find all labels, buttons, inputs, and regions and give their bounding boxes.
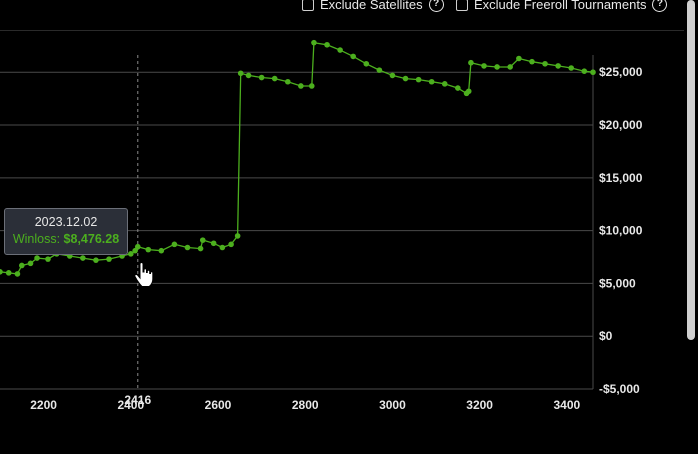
tooltip-value: $8,476.28 [63,232,120,246]
data-point [34,255,40,261]
exclude-satellites-label: Exclude Satellites [320,0,423,12]
data-point [27,260,34,267]
data-point [402,75,409,82]
y-tick-label: $25,000 [599,65,643,79]
data-point [158,247,165,254]
tooltip-value-row: Winloss: $8,476.28 [5,232,127,246]
data-point [494,64,500,70]
data-point [389,72,396,79]
x-tick-label: 3200 [466,398,493,412]
data-point [14,271,21,277]
y-tick-label: $20,000 [599,118,643,132]
data-point [93,257,99,263]
data-point [245,72,252,79]
data-point [308,83,315,89]
x-tick-label: 3000 [379,398,406,412]
data-point [376,67,383,73]
filter-bar: Exclude Satellites ? Exclude Freeroll To… [0,0,684,31]
y-tick-label: $0 [599,329,613,343]
data-point [529,58,535,65]
crosshair-label: 2416 [124,393,151,407]
scrollbar[interactable] [684,0,698,454]
data-point [5,270,12,276]
data-point [441,81,448,87]
data-point [324,41,330,48]
help-icon[interactable]: ? [428,0,444,12]
data-point [210,240,217,247]
data-point [45,256,51,262]
x-axis: 2200 2400 2600 2800 3000 3200 3400 [30,398,580,412]
data-point [106,256,112,262]
checkbox-icon[interactable] [302,0,314,11]
exclude-satellites-checkbox[interactable]: Exclude Satellites ? [302,0,444,12]
data-point [19,262,25,269]
data-point [258,74,265,81]
y-tick-label: $15,000 [599,171,643,185]
data-point [455,85,461,91]
data-point [284,78,291,85]
x-tick-label: 2200 [30,398,57,412]
data-point [581,68,588,74]
tooltip-label: Winloss: [12,232,61,246]
data-point [337,47,343,53]
data-point [428,78,435,85]
x-tick-label: 2800 [292,398,319,412]
data-point [145,246,152,253]
data-point [298,83,304,89]
exclude-freeroll-label: Exclude Freeroll Tournaments [474,0,647,12]
data-point [516,55,522,62]
help-icon[interactable]: ? [652,0,668,12]
data-point [228,241,234,248]
data-point [197,245,204,252]
data-point [542,60,548,67]
data-point [134,243,141,250]
data-point [237,70,244,77]
tooltip-date: 2023.12.02 [34,215,98,229]
data-point [80,255,86,261]
data-point [481,63,487,69]
x-tick-label: 2600 [205,398,232,412]
data-point [507,64,513,70]
data-point [199,237,206,243]
data-point [0,268,3,275]
data-point [568,65,574,71]
checkbox-icon[interactable] [456,0,468,11]
data-point [171,241,178,248]
data-point [590,69,596,76]
scrollbar-thumb[interactable] [687,0,695,340]
exclude-freeroll-checkbox[interactable]: Exclude Freeroll Tournaments ? [456,0,668,12]
data-point [363,60,370,67]
hand-pointer-icon [134,262,154,287]
data-point [350,53,356,60]
data-point [184,244,191,251]
y-axis: -$5,000 $0 $5,000 $10,000 $15,000 $20,000 $25,… [592,55,643,396]
data-point [234,233,241,239]
data-point [271,75,278,82]
x-tick-label: 3400 [553,398,580,412]
data-point [465,88,472,95]
data-point [555,63,561,69]
chart-tooltip: 2023.12.02 Winloss: $8,476.28 [4,208,128,255]
y-tick-label: $5,000 [599,276,636,290]
data-point [311,39,317,46]
y-tick-label: $10,000 [599,224,643,238]
data-point [219,244,226,251]
data-point [415,76,422,83]
y-tick-label: -$5,000 [599,382,640,396]
data-point [468,59,474,66]
